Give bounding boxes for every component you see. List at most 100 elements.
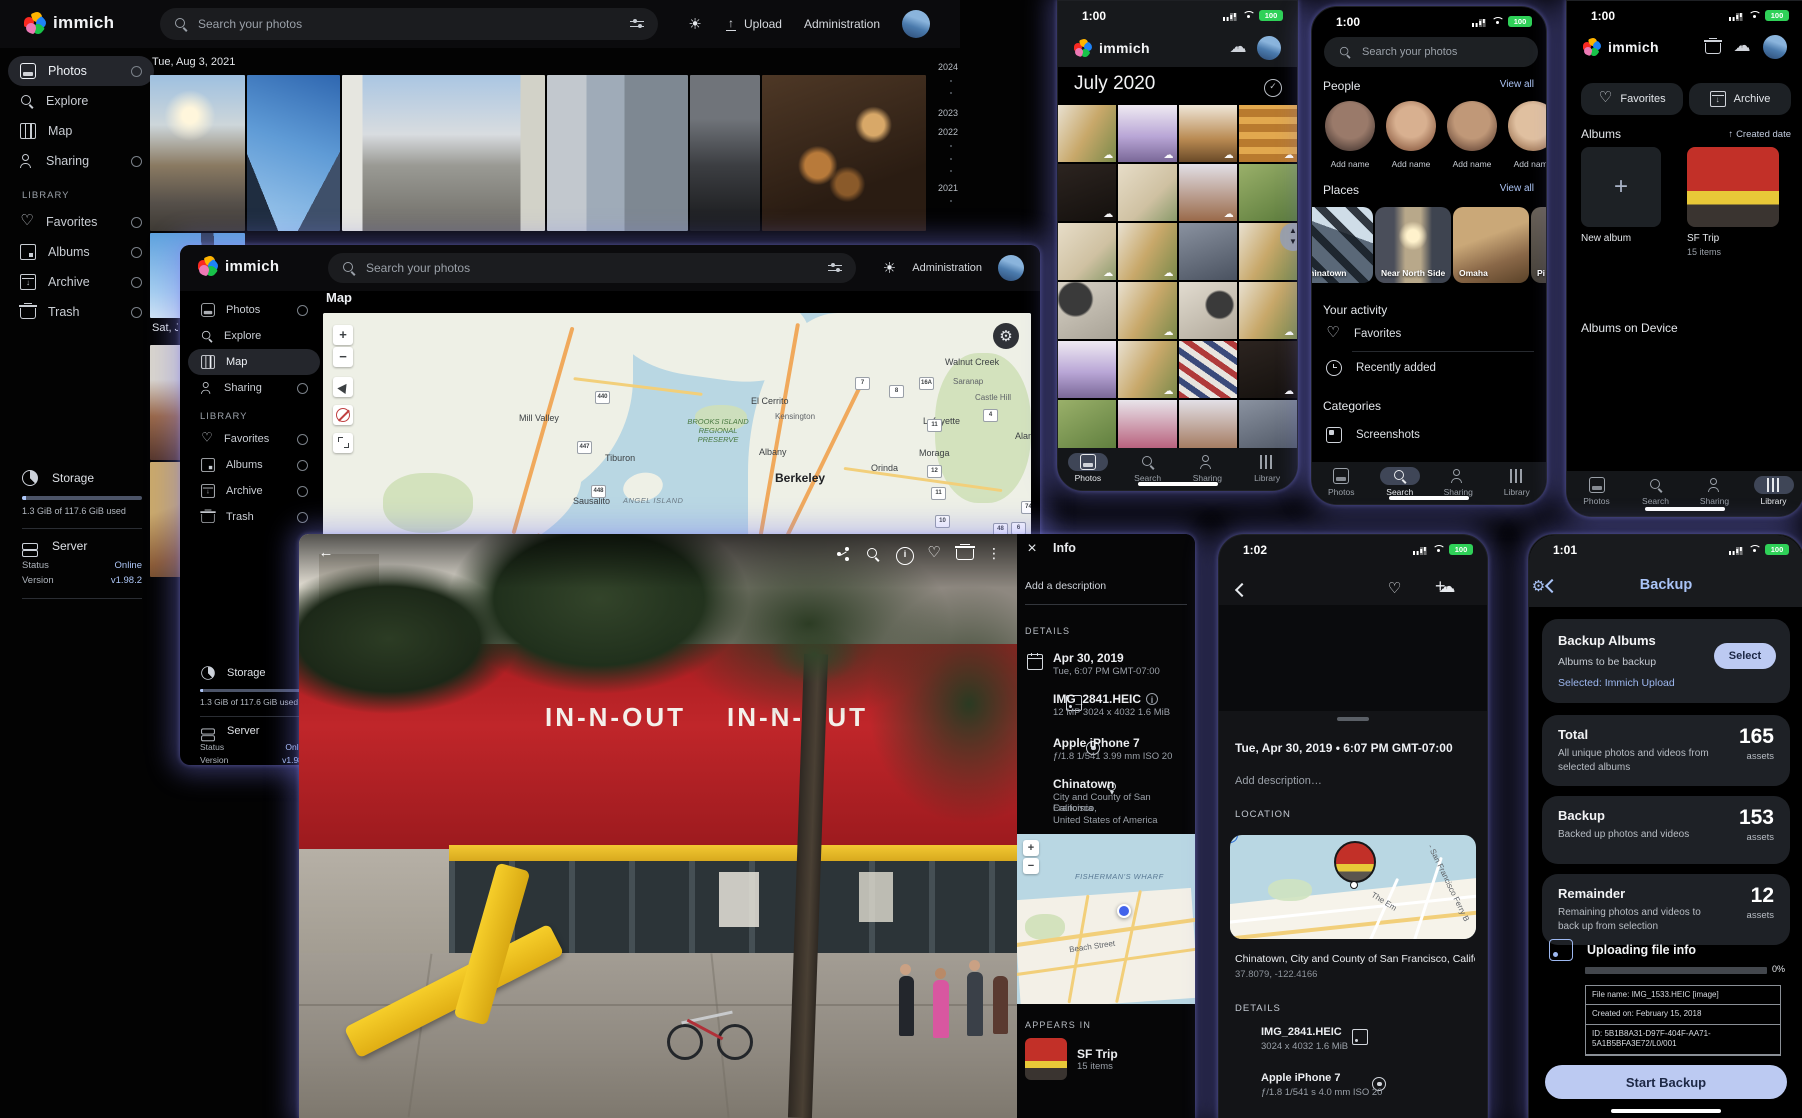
sort-button[interactable]: ↑Created date	[1728, 129, 1791, 140]
select-button[interactable]: Select	[1714, 643, 1776, 669]
sidebar-item[interactable]: Photos	[188, 297, 320, 323]
photo-viewer[interactable]	[1219, 605, 1487, 711]
backup-cloud-icon[interactable]	[1229, 40, 1247, 56]
photo-thumbnail[interactable]	[1118, 164, 1176, 221]
album-tile[interactable]	[1687, 147, 1779, 227]
trash-icon[interactable]	[1705, 43, 1721, 54]
photo-thumbnail[interactable]	[1239, 105, 1297, 162]
map-zoom-out-button[interactable]: −	[1023, 858, 1039, 874]
avatar[interactable]	[998, 255, 1024, 281]
person-item[interactable]: Add name	[1508, 101, 1546, 169]
add-to-icon[interactable]: +	[1435, 576, 1446, 597]
person-item[interactable]: Add name	[1447, 101, 1497, 169]
avatar[interactable]	[902, 10, 930, 38]
sidebar-item[interactable]: Favorites	[188, 426, 320, 452]
photo-thumbnail[interactable]	[1118, 105, 1176, 162]
photo-thumbnail[interactable]	[1239, 282, 1297, 339]
sidebar-item[interactable]: Map	[8, 116, 154, 146]
map-attribution-icon[interactable]	[1230, 835, 1238, 843]
photo-thumbnail[interactable]	[1058, 400, 1116, 453]
filter-icon[interactable]	[828, 261, 842, 275]
nav-item[interactable]: Library	[1237, 453, 1297, 490]
file-info-icon[interactable]	[1146, 693, 1158, 705]
places-view-all[interactable]: View all	[1500, 183, 1534, 197]
backup-cloud-icon[interactable]	[1733, 39, 1751, 55]
sidebar-item[interactable]: Albums	[188, 452, 320, 478]
nav-item[interactable]: Photos	[1312, 467, 1371, 504]
nav-item[interactable]: Photos	[1567, 476, 1626, 516]
upload-button[interactable]: Upload	[724, 17, 782, 31]
place-card[interactable]: Omaha	[1453, 207, 1529, 283]
photo-thumbnail[interactable]	[342, 75, 545, 231]
administration-link[interactable]: Administration	[912, 262, 982, 274]
nav-item[interactable]: Library	[1488, 467, 1547, 504]
photo-thumbnail[interactable]	[1058, 105, 1116, 162]
screenshots-row[interactable]: Screenshots	[1326, 427, 1420, 443]
info-icon[interactable]	[896, 547, 914, 565]
search-input[interactable]: Search your photos	[1324, 37, 1538, 67]
description-input[interactable]: Add a description	[1025, 580, 1106, 592]
map-toggle-button[interactable]	[333, 405, 353, 425]
place-card[interactable]: Near North Side	[1375, 207, 1451, 283]
photo-thumbnail[interactable]	[150, 75, 245, 231]
sidebar-item[interactable]: Albums	[8, 237, 154, 267]
avatar[interactable]	[1257, 36, 1281, 60]
sidebar-item[interactable]: Archive	[188, 478, 320, 504]
sidebar-item[interactable]: Map	[188, 349, 320, 375]
location-name[interactable]: Chinatown, City and County of San Franci…	[1235, 953, 1475, 965]
map-photo-marker[interactable]	[1334, 841, 1376, 883]
nav-item[interactable]: Library	[1744, 476, 1802, 516]
person-item[interactable]: Add name	[1386, 101, 1436, 169]
immich-logo[interactable]: immich	[198, 256, 279, 276]
sidebar-item[interactable]: Photos	[8, 56, 154, 86]
photo-thumbnail[interactable]	[1239, 341, 1297, 398]
photo-thumbnail[interactable]	[1179, 282, 1237, 339]
delete-icon[interactable]	[956, 549, 974, 560]
photo-thumbnail[interactable]	[1118, 223, 1176, 280]
location-map[interactable]: FISHERMAN'S WHARF Beach Street + −	[1017, 834, 1195, 1004]
sidebar-item[interactable]: Sharing	[188, 375, 320, 401]
home-indicator[interactable]	[1611, 1109, 1721, 1113]
home-indicator[interactable]	[1645, 507, 1725, 511]
favorite-icon[interactable]	[926, 547, 942, 563]
sheet-drag-handle[interactable]	[1337, 717, 1369, 721]
sidebar-item[interactable]: Archive	[8, 267, 154, 297]
favorite-icon[interactable]	[1387, 583, 1401, 597]
administration-link[interactable]: Administration	[804, 17, 880, 31]
theme-toggle-icon[interactable]	[688, 17, 702, 31]
map-locate-button[interactable]	[333, 377, 353, 397]
map-zoom-in-button[interactable]: +	[333, 325, 353, 345]
location-name[interactable]: Chinatown	[1053, 777, 1114, 791]
photo-thumbnail[interactable]	[1058, 282, 1116, 339]
select-all-icon[interactable]	[1264, 79, 1282, 97]
sidebar-item[interactable]: Explore	[8, 86, 154, 116]
recently-added-row[interactable]: Recently added	[1326, 360, 1436, 376]
photo-thumbnail[interactable]	[1179, 105, 1237, 162]
archive-button[interactable]: Archive	[1689, 83, 1791, 115]
location-map[interactable]: The Em - San Francisco Ferry B	[1230, 835, 1476, 939]
photo-thumbnail[interactable]	[1179, 341, 1237, 398]
photo-thumbnail[interactable]	[1179, 223, 1237, 280]
search-input[interactable]: Search your photos	[160, 8, 658, 40]
photo-thumbnail[interactable]	[762, 75, 926, 231]
photo-thumbnail[interactable]	[1179, 400, 1237, 453]
back-button[interactable]	[318, 546, 334, 562]
start-backup-button[interactable]: Start Backup	[1545, 1065, 1787, 1099]
map-zoom-out-button[interactable]: −	[333, 347, 353, 367]
person-item[interactable]: Add name	[1325, 101, 1375, 169]
avatar[interactable]	[1763, 35, 1787, 59]
photo-thumbnail[interactable]	[1058, 223, 1116, 280]
photo-thumbnail[interactable]	[1239, 164, 1297, 221]
sidebar-item[interactable]: Trash	[8, 297, 154, 327]
zoom-in-icon[interactable]	[866, 547, 882, 563]
photo-thumbnail[interactable]	[1118, 400, 1176, 453]
map-settings-button[interactable]	[993, 323, 1019, 349]
photo-thumbnail[interactable]	[1179, 164, 1237, 221]
photo-thumbnail[interactable]	[1118, 282, 1176, 339]
more-options-icon[interactable]	[986, 547, 1002, 563]
nav-item[interactable]: Photos	[1058, 453, 1118, 490]
sidebar-item[interactable]: Trash	[188, 504, 320, 530]
description-input[interactable]: Add description…	[1235, 775, 1322, 787]
immich-logo[interactable]: immich	[24, 12, 114, 34]
share-icon[interactable]	[836, 547, 852, 563]
